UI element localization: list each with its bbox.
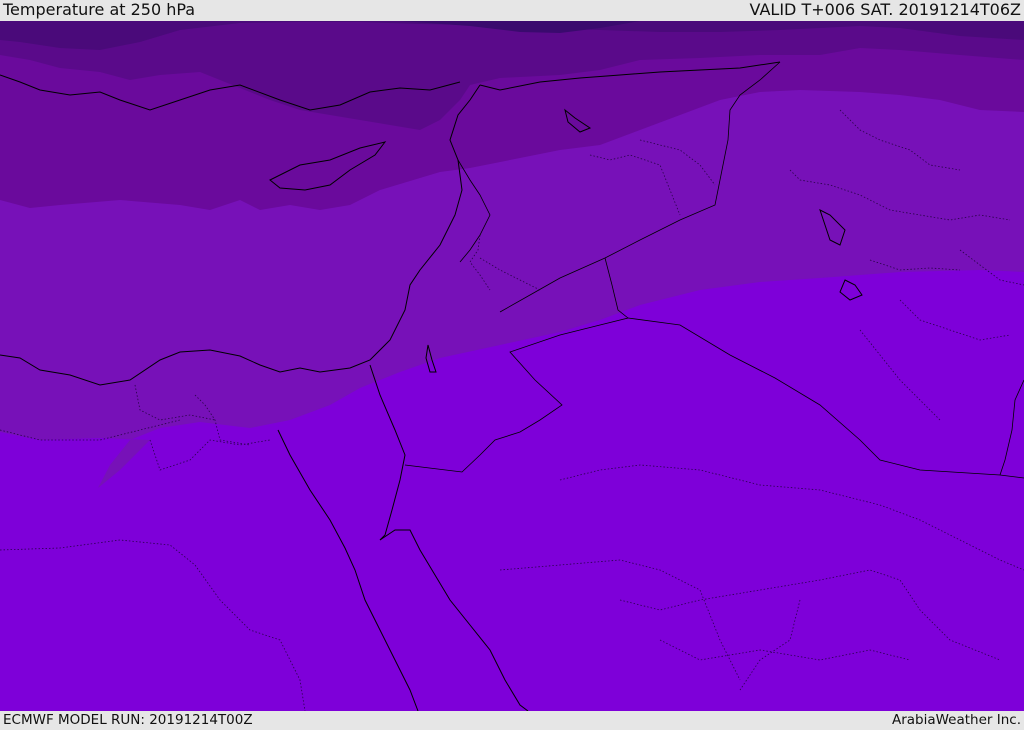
header-bar: Temperature at 250 hPa VALID T+006 SAT. … bbox=[0, 0, 1024, 21]
model-run: ECMWF MODEL RUN: 20191214T00Z bbox=[3, 712, 253, 728]
credit-text: ArabiaWeather Inc. bbox=[891, 712, 1021, 728]
map-title: Temperature at 250 hPa bbox=[3, 0, 196, 19]
footer-bar: ECMWF MODEL RUN: 20191214T00Z ArabiaWeat… bbox=[0, 711, 1024, 729]
map-panel bbox=[0, 21, 1024, 711]
temperature-map bbox=[0, 21, 1024, 711]
valid-time: VALID T+006 SAT. 20191214T06Z bbox=[749, 0, 1021, 19]
